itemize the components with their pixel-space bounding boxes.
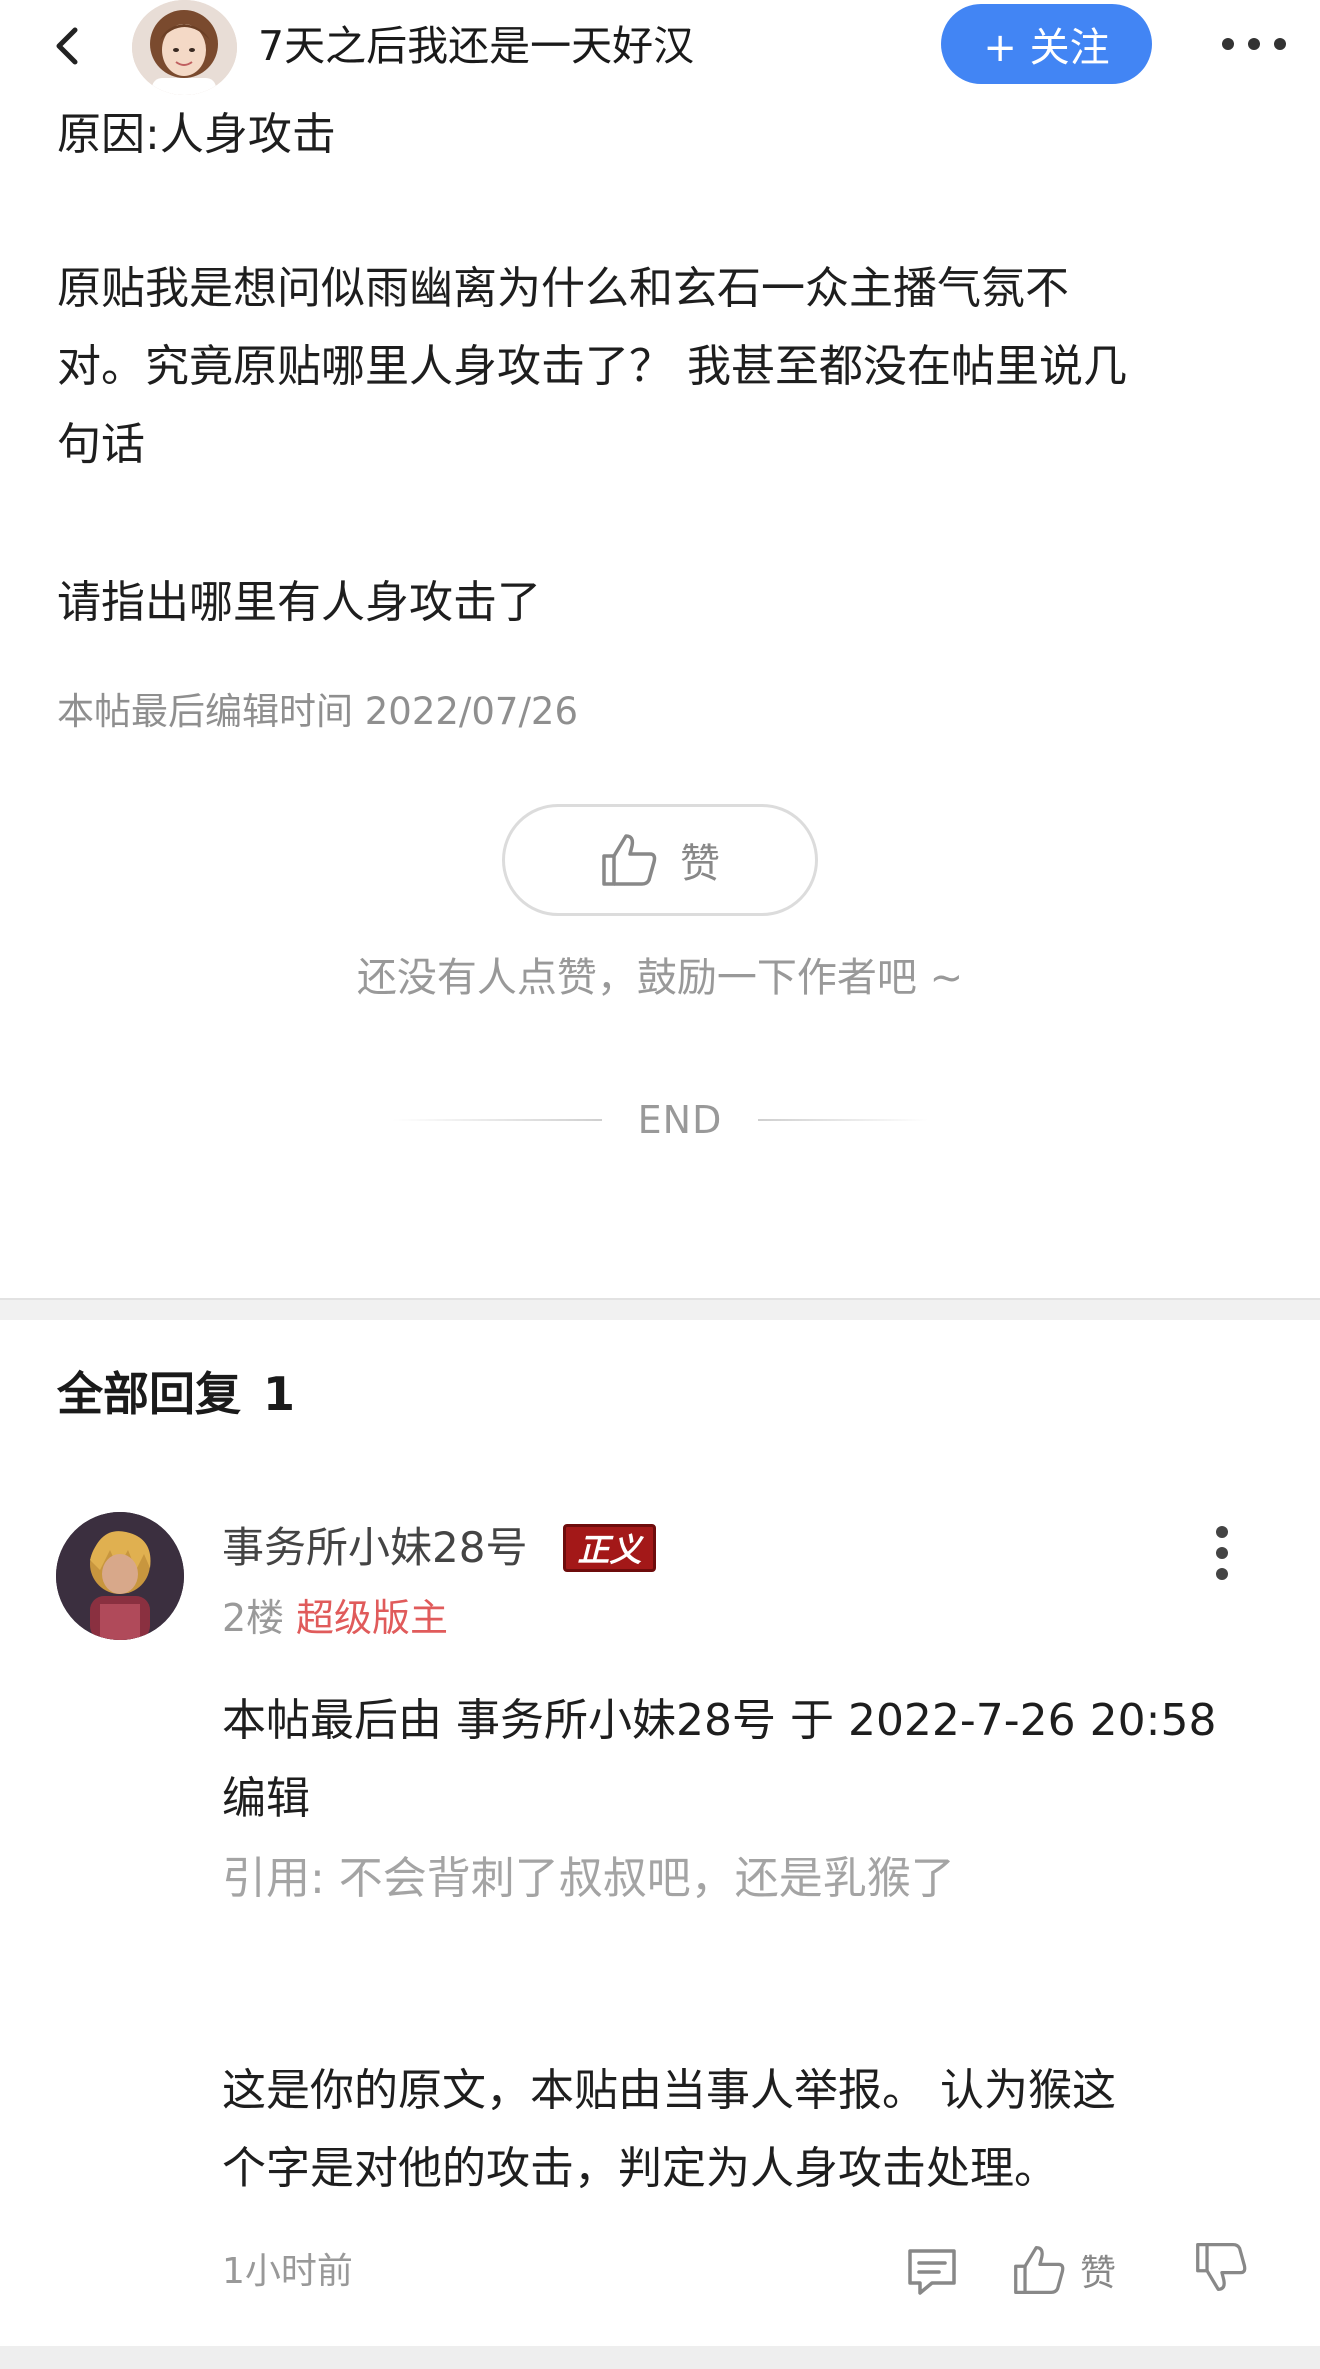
reply-body-line: 这是你的原文，本贴由当事人举报。 认为猴这 [222, 2065, 1116, 2116]
post-body-line: 句话 [57, 419, 145, 470]
follow-button[interactable]: + 关注 [941, 4, 1152, 84]
post-body-line: 请指出哪里有人身攻击了 [57, 577, 541, 628]
thumbs-down-icon [1196, 2243, 1247, 2291]
reply-edit-note: 本帖最后由 事务所小妹28号 于 2022-7-26 20:58 [222, 1695, 1217, 1746]
justice-badge: 正义 [563, 1524, 656, 1572]
reply-timestamp: 1小时前 [222, 2251, 353, 2292]
horizontal-dots-icon [1222, 38, 1286, 50]
post-like-label: 赞 [680, 841, 720, 887]
section-divider [0, 1298, 1320, 1320]
post-edit-time: 本帖最后编辑时间 2022/07/26 [57, 690, 579, 733]
reply-like-button[interactable]: 赞 [1012, 2240, 1116, 2300]
post-header: 7天之后我还是一天好汉 + 关注 [0, 0, 1320, 110]
back-button[interactable] [36, 16, 96, 76]
reply-dislike-button[interactable] [1194, 2240, 1250, 2300]
chevron-left-icon [56, 27, 78, 65]
author-name[interactable]: 7天之后我还是一天好汉 [258, 18, 694, 74]
post-body-line: 对。究竟原贴哪里人身攻击了？ 我甚至都没在帖里说几 [57, 341, 1127, 392]
thumbs-up-icon [602, 834, 657, 886]
post-body-line: 原贴我是想问似雨幽离为什么和玄石一众主播气氛不 [57, 263, 1069, 314]
reply-more-button[interactable] [1200, 1522, 1244, 1584]
comment-icon [908, 2249, 956, 2295]
replies-heading: 全部回复 1 [57, 1362, 295, 1426]
reply-quote: 引用: 不会背刺了叔叔吧，还是乳猴了 [222, 1853, 955, 1904]
post-like-button[interactable]: 赞 [502, 804, 818, 916]
reply-role-badge: 超级版主 [296, 1596, 449, 1640]
vertical-dots-icon [1216, 1526, 1228, 1580]
reply-username[interactable]: 事务所小妹28号 [222, 1518, 527, 1578]
end-label: END [637, 1098, 723, 1142]
author-avatar[interactable] [132, 0, 237, 95]
reply-body-line: 个字是对他的攻击，判定为人身攻击处理。 [222, 2143, 1058, 2194]
reply-floor: 2楼 [222, 1596, 285, 1640]
like-hint-text: 还没有人点赞，鼓励一下作者吧 ~ [356, 955, 964, 1001]
end-divider-left [391, 1119, 602, 1121]
replies-title: 全部回复 [57, 1367, 241, 1421]
end-divider-right [758, 1119, 929, 1121]
reply-like-label: 赞 [1080, 2253, 1117, 2294]
post-reason: 原因:人身攻击 [57, 109, 336, 160]
end-marker: END [0, 1090, 1320, 1150]
replies-count: 1 [263, 1367, 296, 1421]
reply-user-avatar[interactable] [56, 1512, 184, 1640]
reply-edit-note: 编辑 [222, 1773, 310, 1824]
thumbs-up-icon [1014, 2246, 1065, 2294]
bottom-divider [0, 2346, 1320, 2369]
reply-comment-button[interactable] [904, 2243, 960, 2299]
more-options-button[interactable] [1214, 14, 1294, 74]
